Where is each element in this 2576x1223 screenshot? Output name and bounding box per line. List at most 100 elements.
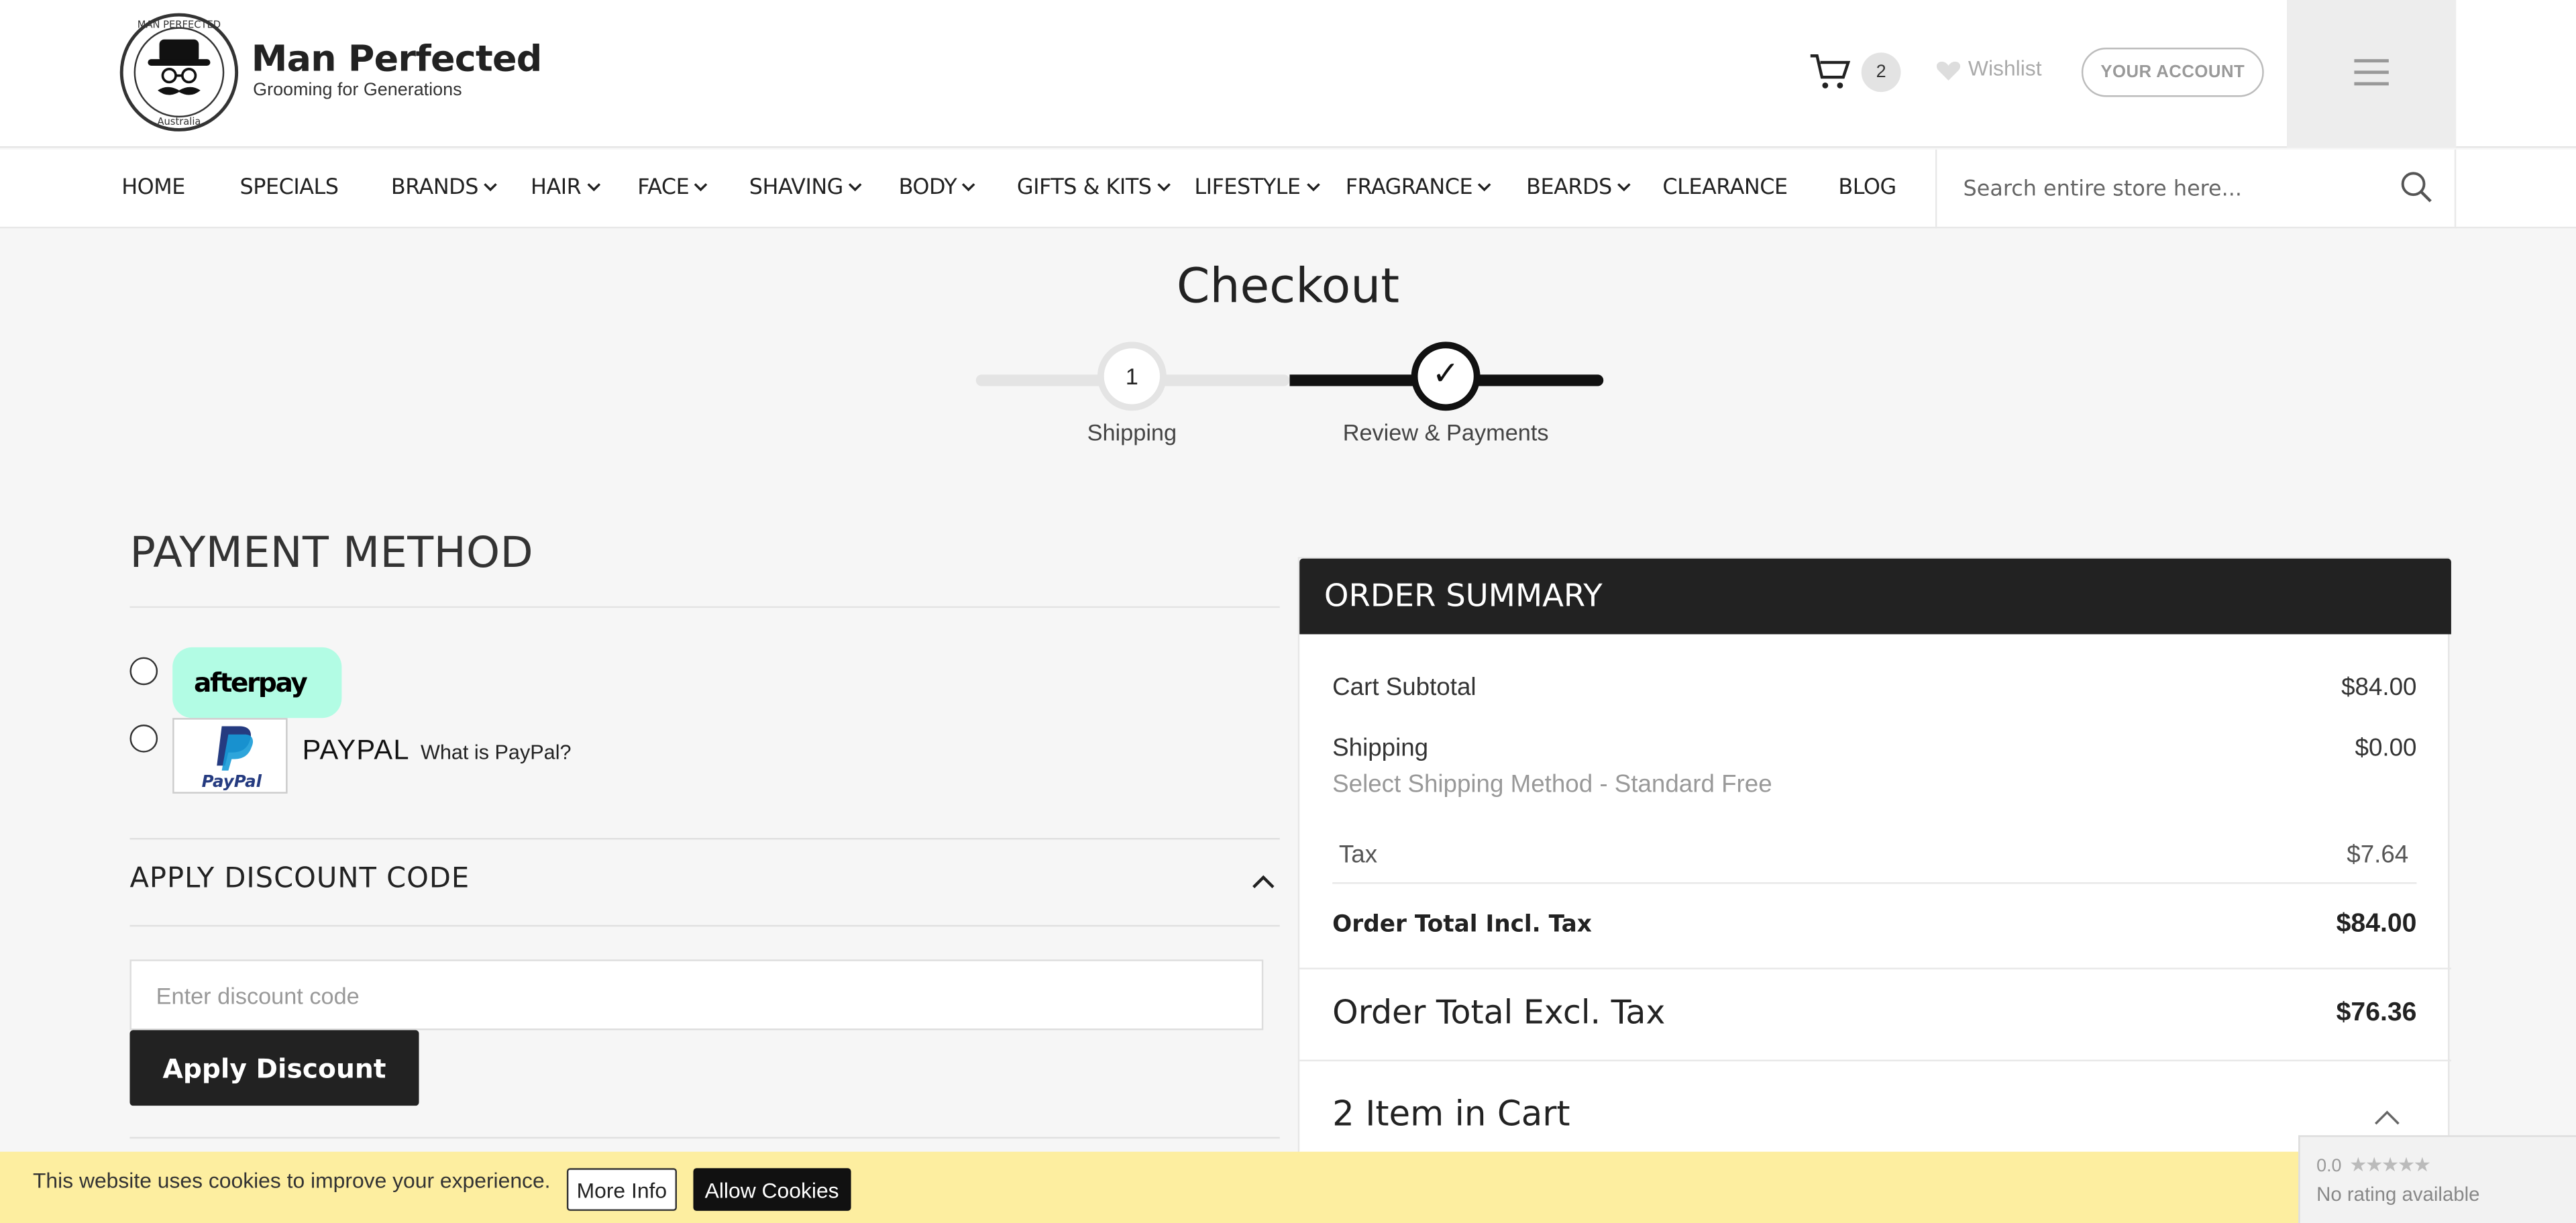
- search-box: [1935, 149, 2457, 229]
- nav-item-beards[interactable]: BEARDS: [1526, 176, 1631, 201]
- shipping-value: $0.00: [2355, 734, 2417, 763]
- cart-icon[interactable]: [1809, 52, 1851, 92]
- discount-code-input[interactable]: [129, 959, 1264, 1030]
- search-input[interactable]: [1963, 172, 2391, 206]
- apply-discount-button[interactable]: Apply Discount: [129, 1030, 419, 1106]
- divider: [129, 606, 1280, 608]
- nav-item-label: BEARDS: [1526, 176, 1612, 201]
- nav-item-lifestyle[interactable]: LIFESTYLE: [1194, 176, 1320, 201]
- main-navigation: HOME SPECIALS BRANDS HAIR FACE SHAVING BODY GIF…: [0, 149, 2576, 229]
- paypal-label: PAYPAL: [302, 734, 410, 766]
- nav-item-hair[interactable]: HAIR: [531, 176, 601, 201]
- wishlist-label: Wishlist: [1968, 56, 2042, 81]
- chevron-down-icon: [1306, 183, 1320, 192]
- logo-bottom-text: Australia: [157, 116, 201, 127]
- shipping-label: Shipping: [1332, 734, 1429, 763]
- paypal-logo-text: PayPal: [202, 772, 262, 791]
- items-in-cart-label: 2 Item in Cart: [1332, 1094, 1570, 1134]
- nav-item-blog[interactable]: BLOG: [1838, 176, 1896, 201]
- nav-item-label: HAIR: [531, 176, 582, 201]
- step-shipping-label[interactable]: Shipping: [1051, 419, 1212, 445]
- hamburger-icon: [2354, 59, 2389, 93]
- total-incl-tax-row: Order Total Incl. Tax $84.00: [1332, 910, 2416, 939]
- subtotal-value: $84.00: [2341, 674, 2417, 702]
- nav-item-specials[interactable]: SPECIALS: [240, 176, 339, 201]
- page-title: Checkout: [1176, 258, 1400, 314]
- shipping-method: Select Shipping Method - Standard Free: [1332, 770, 1772, 799]
- total-incl-tax-value: $84.00: [2336, 910, 2417, 939]
- payment-method-title: PAYMENT METHOD: [129, 529, 534, 579]
- rating-widget[interactable]: 0.0 ★★★★★ No rating available: [2298, 1135, 2576, 1223]
- tax-row: Tax $7.64: [1339, 841, 2408, 869]
- brand-tagline: Grooming for Generations: [253, 81, 462, 101]
- nav-item-home[interactable]: HOME: [121, 176, 185, 201]
- search-icon[interactable]: [2400, 171, 2433, 204]
- nav-item-face[interactable]: FACE: [637, 176, 708, 201]
- subtotal-label: Cart Subtotal: [1332, 674, 1477, 702]
- your-account-button[interactable]: YOUR ACCOUNT: [2081, 48, 2264, 97]
- wishlist-link[interactable]: Wishlist: [1935, 56, 2042, 81]
- nav-item-label: BODY: [898, 176, 957, 201]
- chevron-down-icon: [962, 183, 976, 192]
- more-info-button[interactable]: More Info: [566, 1168, 677, 1211]
- chevron-up-icon[interactable]: [2374, 1109, 2400, 1125]
- nav-item-label: CLEARANCE: [1662, 176, 1788, 201]
- chevron-down-icon: [1157, 183, 1171, 192]
- step-shipping-marker[interactable]: 1: [1097, 341, 1167, 411]
- cart-count-badge: 2: [1861, 52, 1901, 93]
- nav-item-label: FACE: [637, 176, 690, 201]
- nav-item-brands[interactable]: BRANDS: [391, 176, 498, 201]
- rating-text: No rating available: [2316, 1183, 2480, 1206]
- divider: [129, 1136, 1280, 1139]
- cookie-text: This website uses cookies to improve you…: [32, 1168, 551, 1193]
- afterpay-radio[interactable]: [129, 657, 158, 686]
- brand-name[interactable]: Man Perfected: [252, 40, 543, 81]
- nav-item-label: SPECIALS: [239, 176, 339, 201]
- order-summary: ORDER SUMMARY Cart Subtotal $84.00 Shipp…: [1297, 557, 2451, 1223]
- nav-item-label: GIFTS & KITS: [1016, 176, 1152, 201]
- afterpay-label: afterpay: [193, 667, 308, 698]
- nav-item-label: BLOG: [1838, 176, 1896, 201]
- chevron-down-icon: [694, 183, 708, 192]
- menu-toggle-button[interactable]: [2287, 0, 2457, 148]
- chevron-down-icon: [849, 183, 863, 192]
- cookie-notice: This website uses cookies to improve you…: [0, 1151, 2299, 1223]
- total-incl-tax-label: Order Total Incl. Tax: [1332, 912, 1592, 939]
- nav-item-shaving[interactable]: SHAVING: [749, 176, 863, 201]
- nav-item-label: HOME: [121, 176, 185, 201]
- step-review-label: Review & Payments: [1342, 419, 1549, 445]
- total-excl-tax-row: Order Total Excl. Tax $76.36: [1332, 992, 2416, 1032]
- chevron-down-icon: [586, 183, 600, 192]
- paypal-icon: PayPal: [202, 726, 262, 791]
- chevron-down-icon: [484, 183, 498, 192]
- star-rating-icon: ★★★★★: [2349, 1153, 2431, 1177]
- brand-logo[interactable]: MAN PERFECTED Australia: [118, 11, 239, 133]
- mini-cart[interactable]: 2: [1809, 49, 1907, 95]
- logo-ring-text: MAN PERFECTED: [138, 19, 221, 31]
- nav-item-body[interactable]: BODY: [899, 176, 977, 201]
- nav-item-label: BRANDS: [390, 176, 479, 201]
- total-excl-tax-label: Order Total Excl. Tax: [1332, 992, 1666, 1032]
- discount-section-toggle[interactable]: APPLY DISCOUNT CODE: [129, 863, 470, 896]
- paypal-radio[interactable]: [129, 725, 158, 753]
- total-excl-tax-value: $76.36: [2336, 998, 2417, 1027]
- divider: [1332, 882, 2417, 884]
- allow-cookies-button[interactable]: Allow Cookies: [693, 1168, 851, 1211]
- paypal-logo[interactable]: PayPal: [172, 718, 288, 794]
- divider: [129, 924, 1280, 927]
- nav-item-label: LIFESTYLE: [1194, 176, 1301, 201]
- divider: [129, 837, 1280, 840]
- nav-item-clearance[interactable]: CLEARANCE: [1662, 176, 1788, 201]
- items-in-cart-toggle[interactable]: 2 Item in Cart: [1332, 1094, 2416, 1134]
- what-is-paypal-link[interactable]: What is PayPal?: [421, 741, 572, 763]
- shipping-row: Shipping $0.00: [1332, 735, 2416, 763]
- chevron-up-icon[interactable]: [1252, 874, 1275, 889]
- subtotal-row: Cart Subtotal $84.00: [1332, 674, 2416, 702]
- chevron-down-icon: [1617, 183, 1631, 192]
- nav-item-gifts-kits[interactable]: GIFTS & KITS: [1017, 176, 1171, 201]
- nav-item-fragrance[interactable]: FRAGRANCE: [1346, 176, 1493, 201]
- afterpay-logo[interactable]: afterpay: [172, 647, 342, 772]
- step-review-marker: ✓: [1411, 341, 1481, 411]
- check-icon: ✓: [1432, 356, 1460, 393]
- order-summary-header: ORDER SUMMARY: [1299, 558, 2451, 635]
